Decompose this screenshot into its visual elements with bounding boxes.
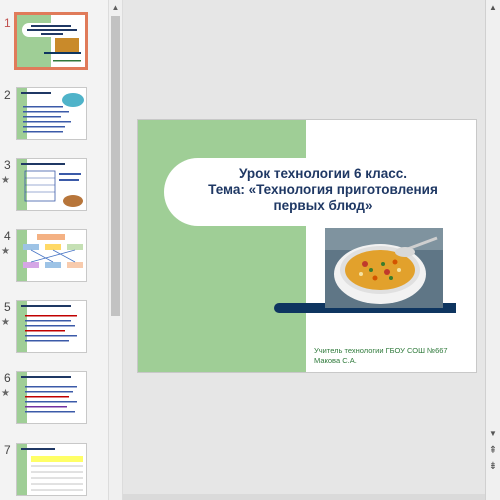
current-slide[interactable]: Урок технологии 6 класс. Тема: «Технолог… <box>137 119 477 373</box>
slide-thumbnail-1[interactable] <box>14 12 88 70</box>
slide-thumbnail-6[interactable] <box>16 371 87 424</box>
slide-thumbnail-1-preview <box>17 15 85 67</box>
star-icon: ★ <box>1 388 10 399</box>
slide-number-2: 2 <box>4 88 11 102</box>
thumbnail-scrollbar-thumb[interactable] <box>111 16 120 316</box>
slide-number-6: 6 <box>4 371 11 385</box>
slide-thumbnail-4-preview <box>17 230 83 281</box>
double-arrow-up-icon[interactable]: ⇞ <box>487 445 499 457</box>
slide-thumbnail-2[interactable] <box>16 87 87 140</box>
arrow-up-icon[interactable]: ▲ <box>487 2 499 14</box>
star-icon: ★ <box>1 175 10 186</box>
slide-thumbnail-4[interactable] <box>16 229 87 282</box>
slide-thumbnail-3-preview <box>17 159 83 210</box>
author-line-2: Макова С.А. <box>314 356 357 365</box>
slide-thumbnail-6-preview <box>17 372 77 423</box>
slide-thumbnail-5[interactable] <box>16 300 87 353</box>
slide-title-line-3: первых блюд» <box>273 198 373 213</box>
thumbnail-scrollbar[interactable]: ▲ <box>108 0 123 500</box>
slide-number-1: 1 <box>4 16 11 30</box>
arrow-up-icon[interactable]: ▲ <box>109 1 122 15</box>
horizontal-scrollbar[interactable] <box>123 494 485 500</box>
slide-number-7: 7 <box>4 443 11 457</box>
soup-photo[interactable] <box>325 228 443 308</box>
slide-number-3: 3 <box>4 158 11 172</box>
slide-title-line-1: Урок технологии 6 класс. <box>238 166 408 181</box>
slide-title[interactable]: Урок технологии 6 класс. Тема: «Технолог… <box>178 166 468 214</box>
star-icon: ★ <box>1 246 10 257</box>
arrow-down-icon[interactable]: ▼ <box>487 428 499 440</box>
slide-title-line-2: Тема: «Технология приготовления <box>208 182 438 197</box>
author-caption[interactable]: Учитель технологии ГБОУ СОШ №667 Макова … <box>314 346 474 366</box>
slide-number-5: 5 <box>4 300 11 314</box>
slide-thumbnail-3[interactable] <box>16 158 87 211</box>
slide-thumbnail-2-preview <box>17 88 84 139</box>
slide-scrollbar[interactable]: ▲ ▼ ⇞ ⇟ <box>485 0 500 500</box>
slide-thumbnail-7[interactable] <box>16 443 87 496</box>
author-line-1: Учитель технологии ГБОУ СОШ №667 <box>314 346 448 355</box>
double-arrow-down-icon[interactable]: ⇟ <box>487 461 499 473</box>
star-icon: ★ <box>1 317 10 328</box>
slide-thumbnail-7-preview <box>17 444 83 495</box>
slide-number-4: 4 <box>4 229 11 243</box>
slide-thumbnail-pane: 1 2 3 ★ 4 ★ 5 ★ 6 ★ 7 <box>0 0 108 500</box>
slide-thumbnail-5-preview <box>17 301 77 352</box>
soup-bowl-image <box>325 228 443 308</box>
